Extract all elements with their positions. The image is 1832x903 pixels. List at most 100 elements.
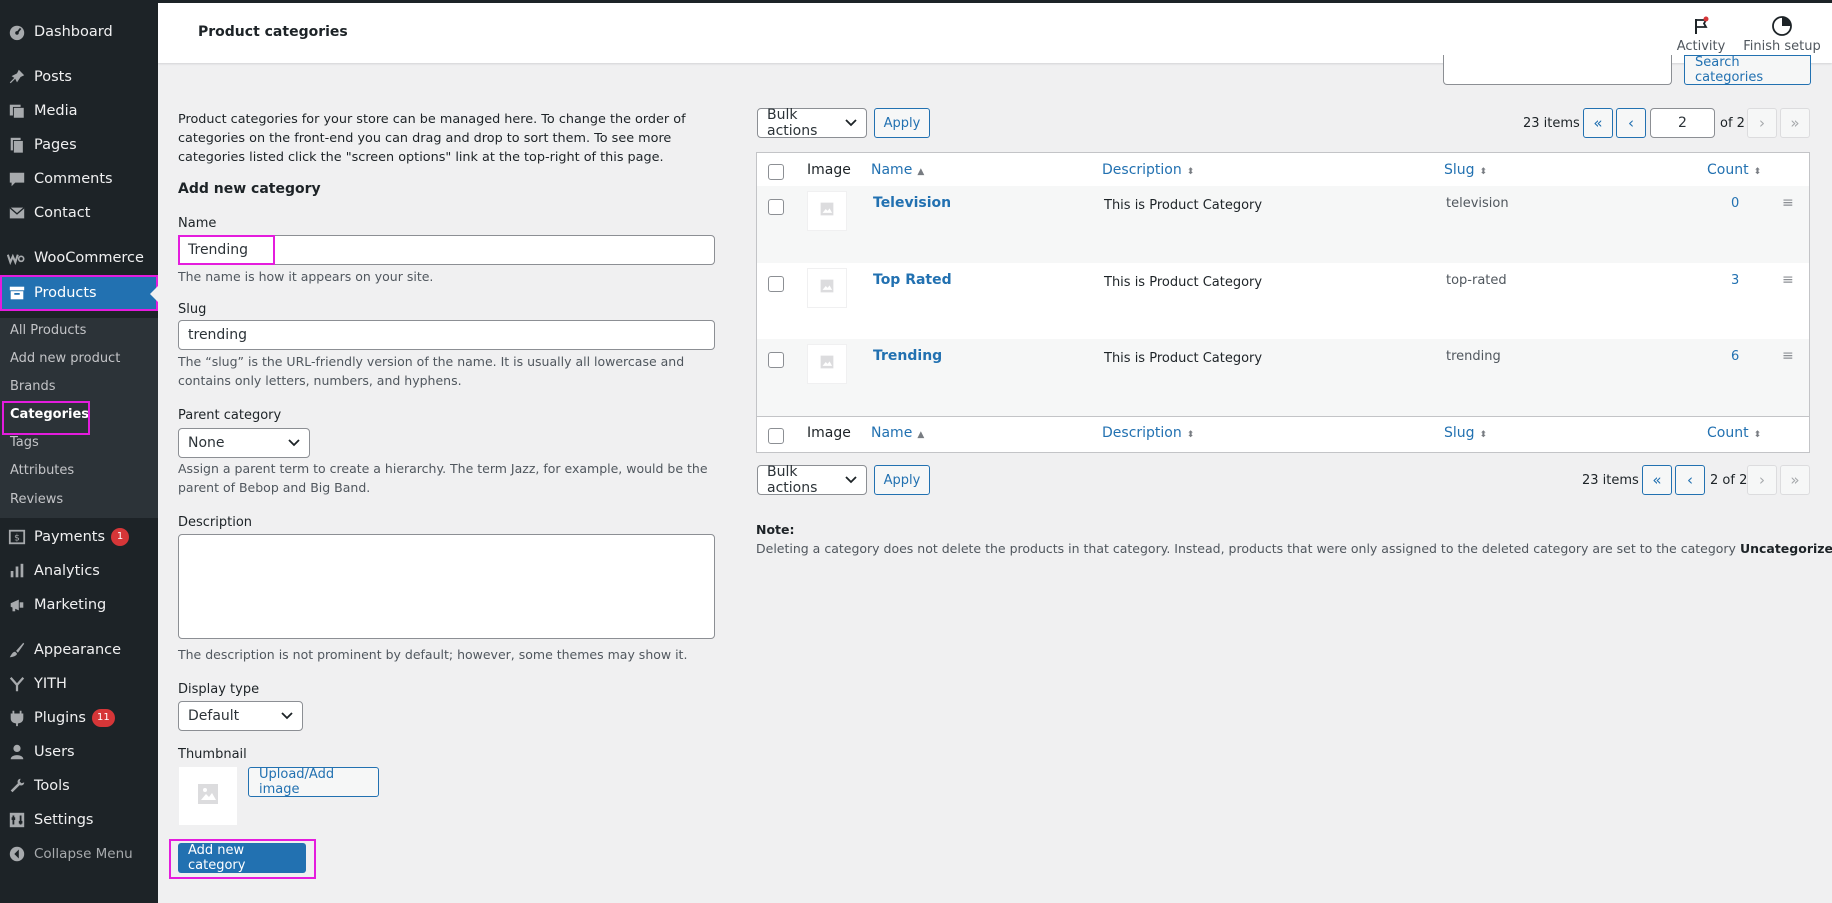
finish-setup-button[interactable]: Finish setup (1742, 13, 1822, 54)
bulk-actions-value: Bulk actions (767, 107, 818, 139)
add-category-heading: Add new category (178, 181, 321, 197)
drag-handle-icon[interactable]: ≡ (1782, 195, 1794, 211)
collapse-menu-button[interactable]: Collapse Menu (0, 839, 158, 869)
sidebar-item-label: Settings (34, 812, 94, 828)
admin-sidebar: Dashboard Posts Media Pages Comments Con… (0, 0, 158, 903)
row-name-link[interactable]: Television (873, 195, 951, 211)
drag-handle-icon[interactable]: ≡ (1782, 272, 1794, 288)
submenu-reviews[interactable]: Reviews (10, 492, 63, 507)
sidebar-item-marketing[interactable]: Marketing (0, 590, 158, 620)
sidebar-item-payments[interactable]: $ Payments 1 (0, 522, 158, 552)
row-name-link[interactable]: Top Rated (873, 272, 952, 288)
activity-button[interactable]: Activity (1661, 13, 1741, 54)
apply-button-top[interactable]: Apply (874, 108, 930, 138)
image-placeholder-icon (820, 279, 834, 297)
sidebar-item-posts[interactable]: Posts (0, 62, 158, 92)
sidebar-item-yith[interactable]: YITH (0, 669, 158, 699)
page-indicator-bottom: 2 of 2 (1710, 473, 1748, 488)
submenu-brands[interactable]: Brands (10, 379, 56, 394)
sidebar-item-plugins[interactable]: Plugins 11 (0, 703, 158, 733)
parent-category-select[interactable]: None (178, 428, 310, 458)
add-new-category-button[interactable]: Add new category (178, 843, 306, 873)
sidebar-item-settings[interactable]: Settings (0, 805, 158, 835)
submenu-add-new-product[interactable]: Add new product (10, 351, 120, 366)
sidebar-item-users[interactable]: Users (0, 737, 158, 767)
sidebar-item-media[interactable]: Media (0, 96, 158, 126)
sidebar-item-appearance[interactable]: Appearance (0, 635, 158, 665)
submenu-tags[interactable]: Tags (10, 435, 39, 450)
sidebar-item-tools[interactable]: Tools (0, 771, 158, 801)
search-categories-input[interactable] (1443, 55, 1672, 85)
submenu-attributes[interactable]: Attributes (10, 463, 74, 478)
sidebar-item-label: Comments (34, 171, 113, 187)
prev-page-button[interactable]: ‹ (1616, 108, 1646, 138)
sidebar-item-pages[interactable]: Pages (0, 130, 158, 160)
note-uncategorized: Uncategorized (1739, 541, 1832, 556)
sidebar-item-label: Marketing (34, 597, 107, 613)
row-checkbox[interactable] (768, 352, 784, 368)
row-checkbox[interactable] (768, 199, 784, 215)
column-count-footer[interactable]: Count ⬍ (1707, 425, 1761, 441)
column-image: Image (807, 162, 851, 178)
parent-category-value: None (188, 435, 225, 451)
table-header: Image Name ▲ Description ⬍ Slug ⬍ Count ⬍ (757, 153, 1809, 189)
sidebar-item-analytics[interactable]: Analytics (0, 556, 158, 586)
submenu-all-products[interactable]: All Products (10, 323, 86, 338)
comment-icon (0, 170, 34, 188)
first-page-button-bottom[interactable]: « (1642, 465, 1672, 495)
row-name-link[interactable]: Trending (873, 348, 942, 364)
slug-field[interactable]: trending (178, 320, 715, 350)
brush-icon (0, 641, 34, 659)
upload-image-button[interactable]: Upload/Add image (248, 767, 379, 797)
table-row: Television This is Product Category tele… (757, 186, 1809, 263)
top-header-bar: Product categories Activity Finish setup (158, 0, 1832, 63)
sidebar-item-contact[interactable]: Contact (0, 198, 158, 228)
sidebar-item-dashboard[interactable]: Dashboard (0, 17, 158, 47)
description-textarea[interactable] (178, 534, 715, 639)
bulk-actions-select-top[interactable]: Bulk actions (757, 107, 867, 139)
row-thumbnail (807, 268, 847, 308)
sidebar-item-label: Media (34, 103, 78, 119)
first-page-button[interactable]: « (1583, 108, 1613, 138)
plugin-icon (0, 709, 34, 727)
sidebar-item-woocommerce[interactable]: WooCommerce (0, 243, 158, 273)
next-page-button-bottom: › (1747, 465, 1777, 495)
column-name[interactable]: Name ▲ (871, 162, 924, 178)
row-checkbox[interactable] (768, 276, 784, 292)
bulk-actions-select-bottom[interactable]: Bulk actions (757, 464, 867, 496)
sidebar-item-label: Payments (34, 529, 106, 545)
select-all-checkbox[interactable] (768, 164, 784, 180)
products-submenu: All Products Add new product Brands Cate… (0, 318, 158, 518)
categories-table: Image Name ▲ Description ⬍ Slug ⬍ Count ⬍ Te… (756, 152, 1810, 453)
pin-icon (0, 68, 34, 86)
column-slug[interactable]: Slug ⬍ (1444, 162, 1487, 178)
column-image-footer: Image (807, 425, 851, 441)
sidebar-item-comments[interactable]: Comments (0, 164, 158, 194)
column-description[interactable]: Description ⬍ (1102, 162, 1194, 178)
column-name-footer[interactable]: Name ▲ (871, 425, 924, 441)
slug-help: The “slug” is the URL-friendly version o… (178, 354, 685, 388)
drag-handle-icon[interactable]: ≡ (1782, 348, 1794, 364)
sidebar-item-products[interactable]: Products (0, 275, 158, 311)
name-field[interactable]: Trending (178, 235, 715, 265)
slug-label: Slug (178, 302, 207, 317)
column-description-footer[interactable]: Description ⬍ (1102, 425, 1194, 441)
display-type-select[interactable]: Default (178, 701, 303, 731)
prev-page-button-bottom[interactable]: ‹ (1675, 465, 1705, 495)
last-page-button: » (1780, 108, 1810, 138)
row-count-link[interactable]: 0 (1731, 196, 1739, 211)
items-count-bottom: 23 items (1582, 473, 1639, 488)
submenu-categories[interactable]: Categories (10, 407, 89, 422)
dashboard-icon (0, 23, 34, 41)
column-slug-footer[interactable]: Slug ⬍ (1444, 425, 1487, 441)
sidebar-item-label: Users (34, 744, 75, 760)
select-all-checkbox-bottom[interactable] (768, 428, 784, 444)
row-slug: top-rated (1446, 273, 1507, 288)
row-count-link[interactable]: 6 (1731, 349, 1739, 364)
row-count-link[interactable]: 3 (1731, 273, 1739, 288)
search-categories-button[interactable]: Search categories (1684, 55, 1811, 85)
wrench-icon (0, 777, 34, 795)
current-page-input[interactable]: 2 (1650, 108, 1715, 138)
column-count[interactable]: Count ⬍ (1707, 162, 1761, 178)
apply-button-bottom[interactable]: Apply (874, 465, 930, 495)
